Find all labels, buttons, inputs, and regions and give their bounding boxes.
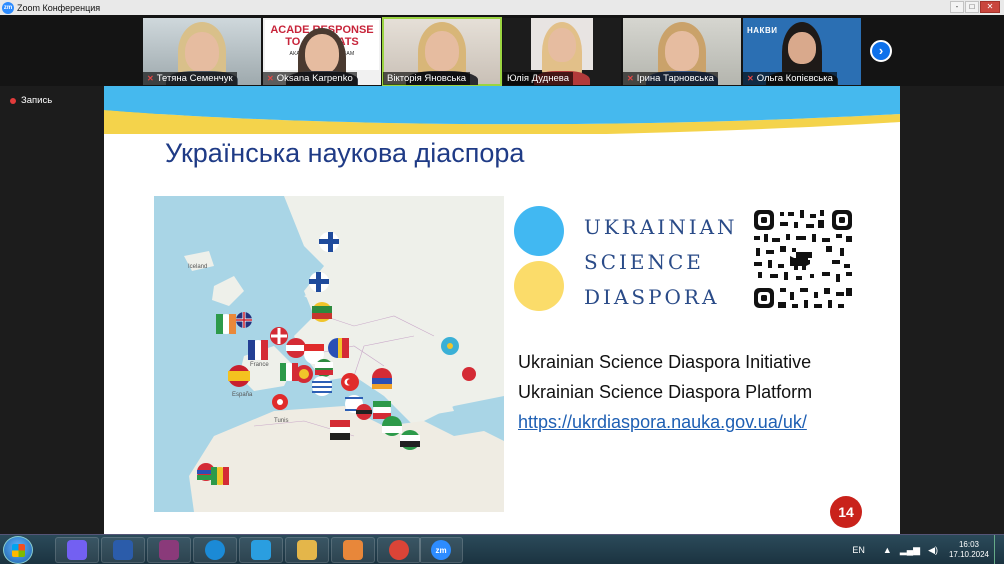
window-controls: - □ ✕	[950, 1, 1000, 13]
participant-nameplate: ✕ Ірина Тарновська	[623, 72, 718, 85]
taskbar-app-button[interactable]	[331, 537, 375, 563]
windows-taskbar: zm EN ▲ ▂▄▆ ◀) 16:03 17.10.2024	[0, 534, 1004, 564]
info-line-platform: Ukrainian Science Diaspora Platform	[518, 382, 813, 402]
viber-icon	[67, 540, 87, 560]
language-indicator[interactable]: EN	[852, 545, 865, 555]
record-label: Запись	[21, 95, 53, 106]
participants-strip: ✕ Тетяна Семенчук ACADE RESPONSE TO HU R…	[0, 15, 1004, 86]
clock-time: 16:03	[958, 540, 980, 549]
participant-nameplate: ✕ Oksana Karpenko	[263, 72, 357, 85]
logo-circle-blue	[514, 206, 564, 256]
taskbar-app-button[interactable]	[147, 537, 191, 563]
participant-tile[interactable]: Юлія Дуднева	[503, 18, 621, 85]
start-button[interactable]	[3, 536, 33, 564]
clock-date: 17.10.2024	[948, 550, 990, 559]
participant-face	[548, 28, 576, 62]
taskbar-app-button[interactable]	[285, 537, 329, 563]
arrow-up-icon[interactable]: ▲	[883, 545, 892, 555]
participant-nameplate: ✕ Тетяна Семенчук	[143, 72, 237, 85]
mic-muted-icon: ✕	[747, 74, 754, 83]
system-tray: EN ▲ ▂▄▆ ◀) 16:03 17.10.2024	[852, 535, 1004, 564]
participant-nameplate: Вікторія Яновська	[383, 72, 471, 85]
title-bar: zm Zoom Конференция - □ ✕	[0, 0, 1004, 15]
ie-icon	[251, 540, 271, 560]
zoom-logo-icon: zm	[2, 1, 14, 14]
explorer-icon	[297, 540, 317, 560]
participant-name: Юлія Дуднева	[507, 73, 569, 84]
zoom-window: zm Zoom Конференция - □ ✕ ✕ Тетяна Семен…	[0, 0, 1004, 564]
info-line-initiative: Ukrainian Science Diaspora Initiative	[518, 352, 812, 372]
slide-band-yellow	[104, 100, 900, 134]
edge-icon	[205, 540, 225, 560]
network-icon[interactable]: ▂▄▆	[900, 545, 920, 556]
map-label: España	[232, 392, 253, 398]
participant-face	[788, 32, 816, 64]
taskbar-app-button[interactable]	[377, 537, 421, 563]
show-desktop-button[interactable]	[994, 535, 1004, 564]
recording-indicator[interactable]: Запись	[10, 95, 52, 106]
map-label: Tunis	[274, 418, 289, 424]
participant-nameplate: Юлія Дуднева	[503, 72, 573, 85]
map-label: France	[250, 362, 269, 368]
logo-circle-yellow	[514, 261, 564, 311]
participant-tile-active[interactable]: Вікторія Яновська	[382, 17, 502, 86]
participant-tile[interactable]: ✕ Ірина Тарновська	[623, 18, 741, 85]
map-label: Iceland	[188, 264, 208, 270]
chevron-right-icon[interactable]: ›	[870, 40, 892, 62]
participant-name: Ірина Тарновська	[636, 73, 714, 84]
media-player-icon	[343, 540, 363, 560]
europe-map: Iceland France España Tunis	[154, 196, 504, 512]
taskbar-app-button[interactable]: zm	[419, 537, 463, 563]
word-icon	[113, 540, 133, 560]
participant-face	[305, 34, 339, 74]
chrome-icon	[389, 540, 409, 560]
participant-name: Тетяна Семенчук	[156, 73, 233, 84]
mic-muted-icon: ✕	[627, 74, 634, 83]
participant-name: Ольга Копієвська	[756, 73, 833, 84]
volume-icon[interactable]: ◀)	[928, 545, 938, 556]
mic-muted-icon: ✕	[147, 74, 154, 83]
logo-text-line: UKRAINIAN	[584, 215, 738, 239]
logo-text-line: DIASPORA	[584, 285, 720, 309]
record-dot-icon	[10, 97, 16, 104]
participant-face	[185, 32, 219, 72]
participant-tile[interactable]: ACADE RESPONSE TO HU REATS АКАДЕМІ ИМ ЗА…	[263, 18, 381, 85]
slide-page-number: 14	[830, 496, 862, 528]
minimize-button[interactable]: -	[950, 1, 964, 13]
qr-code-icon	[752, 208, 854, 310]
clock[interactable]: 16:03 17.10.2024	[946, 540, 992, 560]
close-button[interactable]: ✕	[980, 1, 1000, 13]
logo-text-line: SCIENCE	[584, 250, 704, 274]
shared-screen-slide: Українська наукова діаспора Iceland Fran…	[104, 86, 900, 534]
participant-tile[interactable]: НАКВИ ✕ Ольга Копієвська	[743, 18, 861, 85]
participant-face	[665, 31, 699, 71]
slide-title: Українська наукова діаспора	[165, 138, 525, 168]
window-title: Zoom Конференция	[17, 2, 101, 13]
participant-name: Oksana Karpenko	[276, 73, 353, 84]
participant-tile[interactable]: ✕ Тетяна Семенчук	[143, 18, 261, 85]
participant-nameplate: ✕ Ольга Копієвська	[743, 72, 837, 85]
taskbar-app-button[interactable]	[55, 537, 99, 563]
winrar-icon	[159, 540, 179, 560]
background-logo-text: НАКВИ	[747, 26, 778, 35]
diaspora-link[interactable]: https://ukrdiaspora.nauka.gov.ua/uk/	[518, 412, 807, 433]
participant-name: Вікторія Яновська	[387, 73, 467, 84]
participant-face	[425, 31, 459, 71]
mic-muted-icon: ✕	[267, 74, 274, 83]
taskbar-app-button[interactable]	[239, 537, 283, 563]
maximize-button[interactable]: □	[965, 1, 979, 13]
zoom-icon: zm	[431, 540, 451, 560]
taskbar-app-button[interactable]	[193, 537, 237, 563]
taskbar-app-button[interactable]	[101, 537, 145, 563]
map-graphic	[154, 196, 504, 512]
